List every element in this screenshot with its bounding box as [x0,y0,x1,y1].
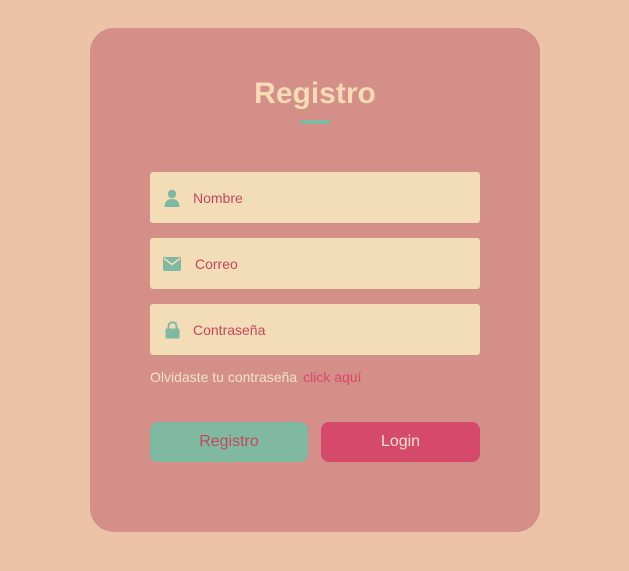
form-title: Registro [254,77,376,110]
register-button[interactable]: Registro [150,422,308,462]
title-underline [300,120,330,124]
email-field[interactable] [150,238,480,289]
name-field[interactable] [150,172,480,223]
lock-icon [163,320,181,339]
name-input[interactable] [193,189,463,206]
password-input[interactable] [193,321,463,338]
envelope-icon [163,255,181,273]
forgot-password-text: Olvidaste tu contraseña [150,369,298,385]
forgot-password-link[interactable]: click aquí [303,369,361,385]
login-button[interactable]: Login [321,422,480,462]
password-field[interactable] [150,304,480,355]
register-card: Registro Olvidaste tu contr [90,28,540,532]
user-icon [163,189,181,207]
email-input[interactable] [195,255,465,272]
forgot-password-row: Olvidaste tu contraseña click aquí [150,369,361,385]
